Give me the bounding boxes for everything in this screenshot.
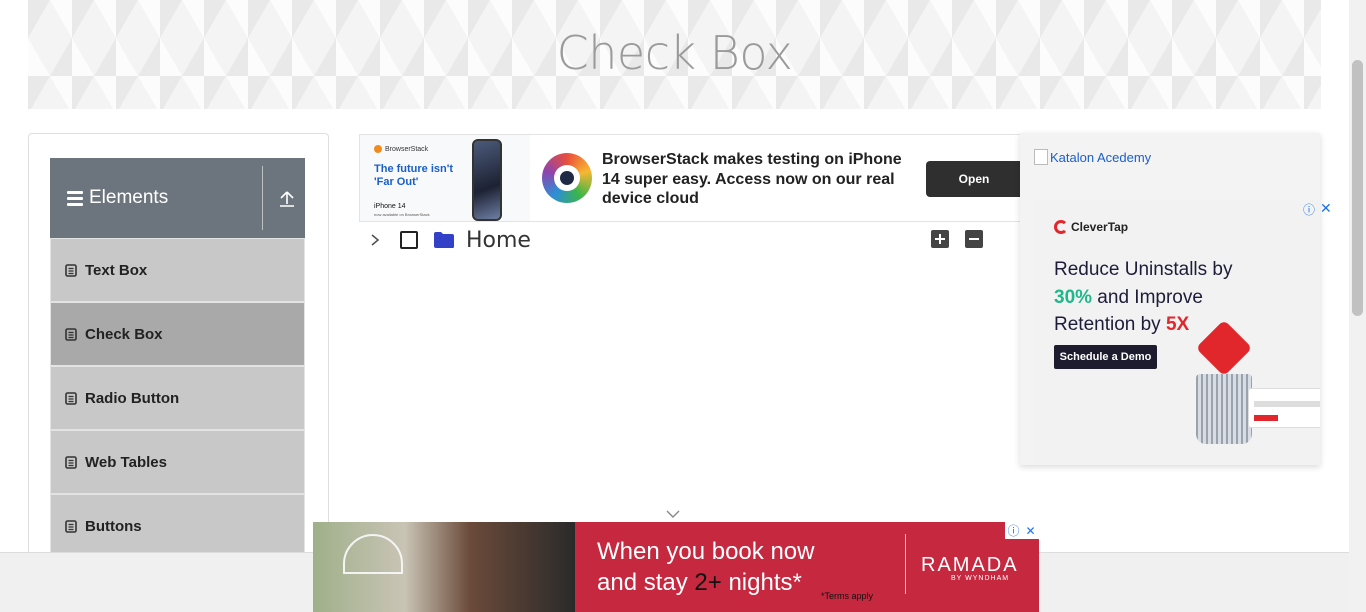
group-title: Elements [89, 187, 169, 208]
home-checkbox[interactable] [400, 231, 418, 249]
page: Check Box Elements Text Box Check Box Ra… [0, 0, 1366, 612]
ad-product: iPhone 14 [374, 203, 406, 210]
sidebar-ad[interactable]: Katalon Acedemy CleverTap Reduce Uninsta… [1020, 133, 1320, 465]
sidebar-menu: Text Box Check Box Radio Button Web Tabl… [50, 238, 305, 558]
clevertap-logo: CleverTap [1054, 220, 1128, 234]
ad-open-button[interactable]: Open [926, 161, 1020, 197]
list-icon [65, 455, 77, 469]
sidebar-item-label: Radio Button [85, 389, 180, 407]
ad-terms: *Terms apply [821, 591, 874, 601]
menu-icon [67, 190, 83, 206]
ad-product-sub: now available on BrowserStack [374, 212, 430, 217]
tree-node-home: Home [368, 226, 988, 256]
stats-card-image [1248, 388, 1320, 428]
ad-creative: BrowserStack The future isn't 'Far Out' … [360, 135, 530, 221]
sidebar-item-label: Buttons [85, 517, 142, 535]
ad-headline: Reduce Uninstalls by 30% and Improve Rete… [1054, 259, 1233, 335]
page-title: Check Box [556, 26, 793, 80]
ad-tagline: The future isn't 'Far Out' [374, 163, 454, 188]
ad-close-icon[interactable]: ✕ [1320, 200, 1332, 217]
browserstack-lens-icon [542, 153, 592, 203]
clevertap-ad[interactable]: CleverTap Reduce Uninstalls by 30% and Im… [1034, 200, 1320, 465]
schedule-demo-button[interactable]: Schedule a Demo [1054, 345, 1157, 369]
browserstack-logo: BrowserStack [374, 145, 428, 153]
browserstack-ad[interactable]: BrowserStack The future isn't 'Far Out' … [359, 134, 1021, 222]
ad-photo [313, 522, 575, 612]
phone-image [472, 139, 502, 221]
sidebar-item-label: Text Box [85, 261, 148, 279]
chevron-right-icon[interactable] [368, 232, 382, 248]
sidebar-item-radio-button[interactable]: Radio Button [50, 366, 305, 430]
sidebar-item-label: Check Box [85, 325, 163, 343]
sidebar-item-check-box[interactable]: Check Box [50, 302, 305, 366]
page-header-banner: Check Box [28, 0, 1321, 109]
list-icon [65, 519, 77, 533]
katalon-broken-image[interactable]: Katalon Acedemy [1034, 149, 1151, 165]
list-icon [65, 327, 77, 341]
page-scrollbar[interactable] [1349, 0, 1366, 612]
ad-headline: BrowserStack makes testing on iPhone 14 … [602, 151, 902, 207]
broken-image-icon [1034, 149, 1048, 165]
elements-group-header[interactable]: Elements [50, 158, 305, 238]
sidebar-item-buttons[interactable]: Buttons [50, 494, 305, 558]
trash-can-image [1196, 374, 1252, 444]
sidebar-item-text-box[interactable]: Text Box [50, 238, 305, 302]
ramada-ad[interactable]: When you book now and stay 2+ nights* *T… [313, 522, 1039, 612]
ad-info-icon[interactable]: ⓘ [1303, 201, 1315, 218]
ad-headline: When you book now and stay 2+ nights* [597, 538, 815, 596]
collapse-all-button[interactable] [965, 230, 983, 248]
ad-info-icon[interactable]: ⓘ [1005, 522, 1022, 539]
collapse-up-icon[interactable] [276, 188, 298, 210]
scrollbar-thumb[interactable] [1352, 60, 1363, 316]
divider [262, 166, 263, 230]
divider [905, 534, 906, 594]
expand-all-button[interactable] [931, 230, 949, 248]
ad-close-icon[interactable]: ✕ [1022, 522, 1039, 539]
sidebar-item-label: Web Tables [85, 453, 167, 471]
list-icon [65, 263, 77, 277]
sidebar-item-web-tables[interactable]: Web Tables [50, 430, 305, 494]
ramada-logo-sub: BY WYNDHAM [951, 575, 1010, 582]
tree-node-label[interactable]: Home [466, 228, 531, 253]
folder-icon [434, 232, 454, 248]
ramada-logo: RAMADA [921, 554, 1019, 576]
list-icon [65, 391, 77, 405]
chevron-down-icon [666, 510, 680, 518]
